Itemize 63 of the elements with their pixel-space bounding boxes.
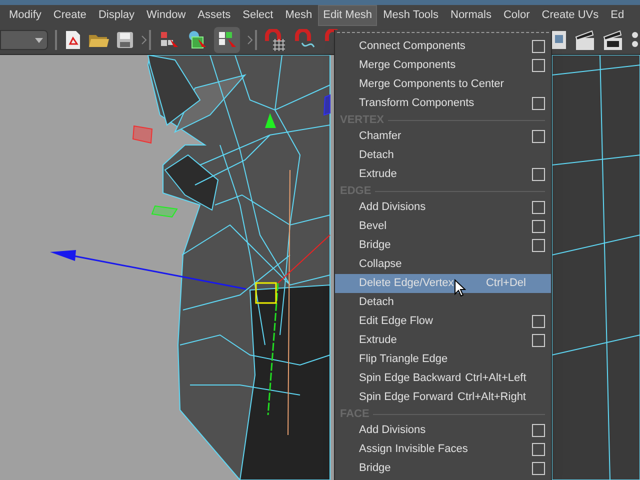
menu-item[interactable]: Display bbox=[92, 5, 141, 26]
option-box[interactable] bbox=[532, 40, 545, 53]
clapboard-icon[interactable] bbox=[602, 29, 624, 51]
grip-icon bbox=[140, 30, 152, 50]
menu-option[interactable]: Detach bbox=[335, 293, 551, 312]
menu-item[interactable]: Assets bbox=[192, 5, 237, 26]
menu-item[interactable]: Window bbox=[140, 5, 192, 26]
menu-option[interactable]: Spin Edge Backward Ctrl+Alt+Left bbox=[335, 369, 551, 388]
render-view-icon[interactable] bbox=[550, 29, 568, 51]
grip-icon bbox=[246, 30, 258, 50]
menu-item[interactable]: Color bbox=[497, 5, 536, 26]
menu-option[interactable]: Flip Triangle Edge bbox=[335, 350, 551, 369]
option-box[interactable] bbox=[532, 239, 545, 252]
grip-icon bbox=[54, 30, 58, 50]
menu-item[interactable]: Ed bbox=[604, 5, 630, 26]
menu-option[interactable]: Connect Components bbox=[335, 37, 551, 56]
select-object-icon[interactable] bbox=[186, 29, 208, 51]
new-scene-icon[interactable] bbox=[64, 30, 82, 50]
option-box[interactable] bbox=[532, 97, 545, 110]
menu-option[interactable]: Transform Components bbox=[335, 94, 551, 113]
menu-option[interactable]: Bridge bbox=[335, 236, 551, 255]
menu-option[interactable]: Merge Components bbox=[335, 56, 551, 75]
menu-option[interactable]: Assign Invisible Faces bbox=[335, 440, 551, 459]
menu-option[interactable]: Bridge bbox=[335, 459, 551, 478]
menu-option[interactable]: Extrude bbox=[335, 165, 551, 184]
menu-option[interactable]: Add Divisions bbox=[335, 198, 551, 217]
menu-option[interactable]: Bevel bbox=[335, 217, 551, 236]
menu-option[interactable]: Edit Edge Flow bbox=[335, 312, 551, 331]
menu-item[interactable]: Create UVs bbox=[536, 5, 605, 26]
menu-item[interactable]: Mesh Tools bbox=[377, 5, 444, 26]
save-icon[interactable] bbox=[116, 31, 134, 49]
option-box[interactable] bbox=[532, 462, 545, 475]
caret-icon bbox=[35, 38, 43, 42]
menu-item[interactable]: Modify bbox=[3, 5, 48, 26]
menu-option[interactable]: Merge Components to Center bbox=[335, 75, 551, 94]
shortcut-text: Ctrl+Del bbox=[484, 276, 526, 292]
menu-option[interactable]: Chamfer bbox=[335, 127, 551, 146]
menu-option[interactable]: Add Divisions bbox=[335, 421, 551, 440]
option-box[interactable] bbox=[532, 201, 545, 214]
clapboard-icon[interactable] bbox=[574, 29, 596, 51]
option-box[interactable] bbox=[532, 443, 545, 456]
menu-item[interactable]: Create bbox=[47, 5, 92, 26]
menu-option[interactable]: Detach bbox=[335, 146, 551, 165]
option-box[interactable] bbox=[532, 59, 545, 72]
option-box[interactable] bbox=[532, 315, 545, 328]
menu-option[interactable]: Collapse bbox=[335, 255, 551, 274]
option-box[interactable] bbox=[532, 130, 545, 143]
menu-item[interactable]: Mesh bbox=[279, 5, 318, 26]
option-box[interactable] bbox=[532, 220, 545, 233]
option-box[interactable] bbox=[532, 424, 545, 437]
select-component-icon[interactable] bbox=[214, 27, 240, 53]
menu-option[interactable]: Extrude bbox=[335, 331, 551, 350]
menu-item[interactable]: Edit Mesh bbox=[318, 5, 378, 26]
option-box[interactable] bbox=[532, 168, 545, 181]
shortcut-text: Ctrl+Alt+Right bbox=[456, 390, 526, 406]
option-box[interactable] bbox=[532, 334, 545, 347]
magnet-grid-icon[interactable] bbox=[264, 29, 288, 51]
menu-item[interactable]: Normals bbox=[444, 5, 498, 26]
mode-dropdown[interactable] bbox=[0, 30, 48, 50]
shortcut-text: Ctrl+Alt+Left bbox=[464, 371, 526, 386]
menu-option[interactable]: Spin Edge Forward Ctrl+Alt+Right bbox=[335, 388, 551, 407]
menu-item[interactable]: Select bbox=[236, 5, 280, 26]
mouse-cursor-icon bbox=[454, 279, 466, 298]
